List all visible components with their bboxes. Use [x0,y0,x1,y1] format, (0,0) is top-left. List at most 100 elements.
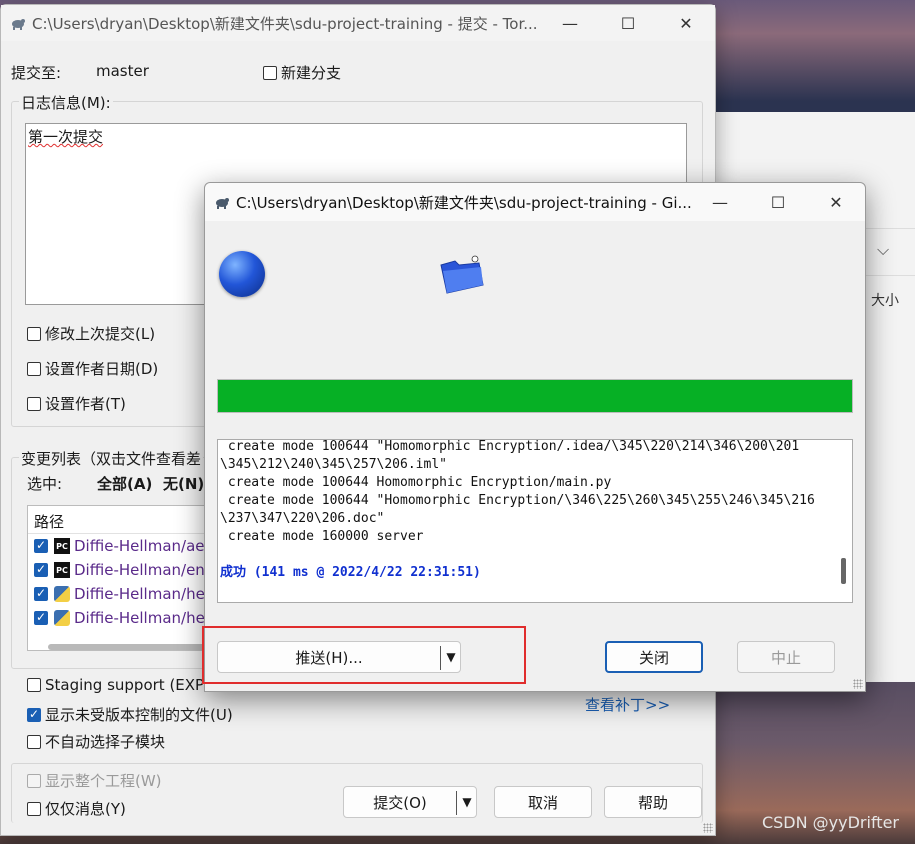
file-checkbox[interactable] [34,586,48,601]
file-row[interactable]: Diffie-Hellman/hell [28,606,226,630]
message-only-label: 仅仅消息(Y) [45,800,126,818]
log-line: \345\212\240\345\257\206.iml" [220,457,447,472]
log-line: create mode 100644 Homomorphic Encryptio… [220,475,612,490]
horizontal-scrollbar[interactable] [48,644,226,650]
close-icon[interactable]: ✕ [657,5,715,41]
staging-label: Staging support (EXPER [45,676,224,694]
changes-label: 变更列表（双击文件查看差 [19,448,204,469]
log-line: create mode 100644 "Homomorphic Encrypti… [220,493,815,508]
log-line: create mode 100644 "Homomorphic Encrypti… [220,439,800,454]
cancel-button[interactable]: 取消 [494,786,592,818]
size-column-label[interactable]: 大小 [871,290,899,310]
pycharm-icon: PC [54,562,70,578]
pycharm-icon: PC [54,538,70,554]
progress-dialog-titlebar[interactable]: C:\Users\dryan\Desktop\新建文件夹\sdu-project… [205,183,865,221]
path-column-header[interactable]: 路径 [28,506,226,534]
new-branch-checkbox[interactable]: 新建分支 [263,62,341,83]
split-separator [440,646,441,670]
show-whole-project-checkbox[interactable] [27,774,41,788]
message-only-option[interactable]: 仅仅消息(Y) [27,798,126,819]
log-lines: create mode 100644 "Homomorphic Encrypti… [220,439,828,582]
minimize-icon[interactable]: — [691,183,749,221]
file-name: Diffie-Hellman/enc [74,561,214,579]
new-branch-label: 新建分支 [281,64,342,82]
author-option[interactable]: 设置作者(T) [27,393,126,414]
log-scrollbar-thumb[interactable] [841,558,846,584]
author-date-option[interactable]: 设置作者日期(D) [27,358,158,379]
file-row[interactable]: Diffie-Hellman/hell [28,582,226,606]
git-progress-dialog: C:\Users\dryan\Desktop\新建文件夹\sdu-project… [204,182,866,692]
folder-icon [440,255,484,294]
changed-files-list[interactable]: 路径 PCDiffie-Hellman/aes- PCDiffie-Hellma… [27,505,227,651]
close-icon[interactable]: ✕ [807,183,865,221]
maximize-icon[interactable]: ☐ [749,183,807,221]
commit-button[interactable]: 提交(O) [344,792,456,813]
commit-split-button[interactable]: 提交(O) ▼ [343,786,477,818]
show-whole-project-option[interactable]: 显示整个工程(W) [27,770,162,791]
caret-down-icon[interactable]: ▼ [442,642,460,672]
globe-icon [219,251,265,297]
log-line: \237\347\220\206.doc" [220,511,385,526]
push-button[interactable]: 推送(H)... [218,647,440,668]
progress-bar-fill [218,380,852,412]
file-name: Diffie-Hellman/aes- [74,537,218,555]
tortoisegit-icon [12,19,25,30]
commit-to-label: 提交至: [11,64,62,82]
view-patch-link[interactable]: 查看补丁>> [585,694,670,715]
commit-window-titlebar[interactable]: C:\Users\dryan\Desktop\新建文件夹\sdu-project… [1,5,715,41]
select-none-link[interactable]: 无(N) [163,473,204,494]
python-file-icon [54,610,70,626]
maximize-icon[interactable]: ☐ [599,5,657,41]
log-line: create mode 160000 server [220,529,424,544]
file-name: Diffie-Hellman/hell [74,585,214,603]
close-button[interactable]: 关闭 [605,641,703,673]
select-label: 选中: [27,475,63,493]
file-row[interactable]: PCDiffie-Hellman/aes- [28,534,226,558]
author-checkbox[interactable] [27,397,41,411]
show-whole-project-label: 显示整个工程(W) [45,772,162,790]
staging-support-option[interactable]: Staging support (EXPER [27,676,224,694]
author-date-checkbox[interactable] [27,362,41,376]
select-all-link[interactable]: 全部(A) [97,473,152,494]
show-unversioned-checkbox[interactable] [27,707,41,722]
chevron-down-icon[interactable]: ⌵ [877,240,889,260]
output-log[interactable]: create mode 100644 "Homomorphic Encrypti… [217,439,853,603]
python-file-icon [54,586,70,602]
watermark: CSDN @yyDrifter [761,813,899,832]
show-unversioned-label: 显示未受版本控制的文件(U) [45,706,233,724]
message-only-checkbox[interactable] [27,802,41,816]
help-button[interactable]: 帮助 [604,786,702,818]
file-checkbox[interactable] [34,610,48,625]
split-separator [456,791,457,815]
amend-option[interactable]: 修改上次提交(L) [27,323,155,344]
no-auto-submodules-checkbox[interactable] [27,735,41,749]
amend-label: 修改上次提交(L) [45,325,156,343]
minimize-icon[interactable]: — [541,5,599,41]
resize-grip[interactable] [853,679,863,689]
commit-message-text: 第一次提交 [28,128,104,146]
message-group-label: 日志信息(M): [19,92,113,113]
success-line: 成功 (141 ms @ 2022/4/22 22:31:51) [220,565,481,580]
file-name: Diffie-Hellman/hell [74,609,214,627]
staging-checkbox[interactable] [27,678,41,692]
commit-window-title: C:\Users\dryan\Desktop\新建文件夹\sdu-project… [32,14,538,33]
file-checkbox[interactable] [34,562,48,577]
caret-down-icon[interactable]: ▼ [458,787,476,817]
amend-checkbox[interactable] [27,327,41,341]
no-auto-submodules-label: 不自动选择子模块 [45,733,166,751]
tortoisegit-icon [216,198,229,209]
push-split-button[interactable]: 推送(H)... ▼ [217,641,461,673]
abort-button: 中止 [737,641,835,673]
author-label: 设置作者(T) [45,395,126,413]
author-date-label: 设置作者日期(D) [45,360,159,378]
file-checkbox[interactable] [34,538,48,553]
show-unversioned-option[interactable]: 显示未受版本控制的文件(U) [27,704,233,725]
resize-grip[interactable] [703,823,713,833]
no-auto-submodules-option[interactable]: 不自动选择子模块 [27,731,165,752]
progress-dialog-title: C:\Users\dryan\Desktop\新建文件夹\sdu-project… [236,193,691,212]
branch-name: master [96,62,149,80]
progress-bar [217,379,853,413]
file-row[interactable]: PCDiffie-Hellman/enc [28,558,226,582]
new-branch-checkbox-box[interactable] [263,66,277,80]
